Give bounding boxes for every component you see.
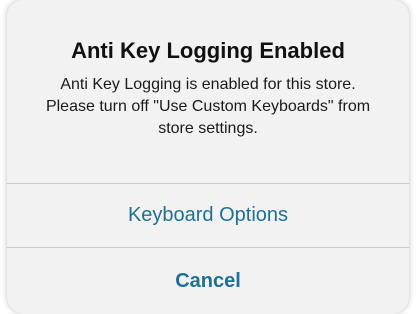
cancel-button[interactable]: Cancel <box>7 248 409 314</box>
alert-dialog: Anti Key Logging Enabled Anti Key Loggin… <box>7 0 409 314</box>
alert-message: Anti Key Logging is enabled for this sto… <box>45 76 371 137</box>
keyboard-options-button[interactable]: Keyboard Options <box>7 184 409 247</box>
alert-title: Anti Key Logging Enabled <box>71 38 345 63</box>
